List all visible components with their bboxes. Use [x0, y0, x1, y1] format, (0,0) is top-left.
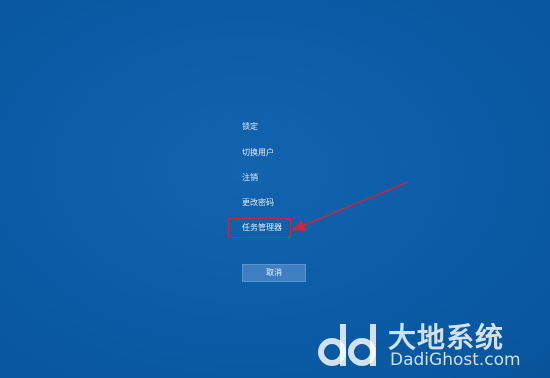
menu-item-lock[interactable]: 锁定 — [242, 121, 258, 133]
watermark: 大地系统 DadiGhost.com — [318, 314, 544, 374]
cancel-button[interactable]: 取消 — [242, 264, 306, 282]
dd-logo-icon — [318, 324, 376, 366]
task-manager-highlight-box — [228, 218, 291, 238]
security-options-screen: 锁定 切换用户 注销 更改密码 任务管理器 取消 大地系统 DadiGhost.… — [0, 0, 550, 378]
menu-item-change-password[interactable]: 更改密码 — [242, 197, 274, 209]
menu-item-switch-user[interactable]: 切换用户 — [242, 147, 274, 159]
watermark-english-text: DadiGhost.com — [390, 350, 521, 370]
menu-item-sign-out[interactable]: 注销 — [242, 172, 258, 184]
